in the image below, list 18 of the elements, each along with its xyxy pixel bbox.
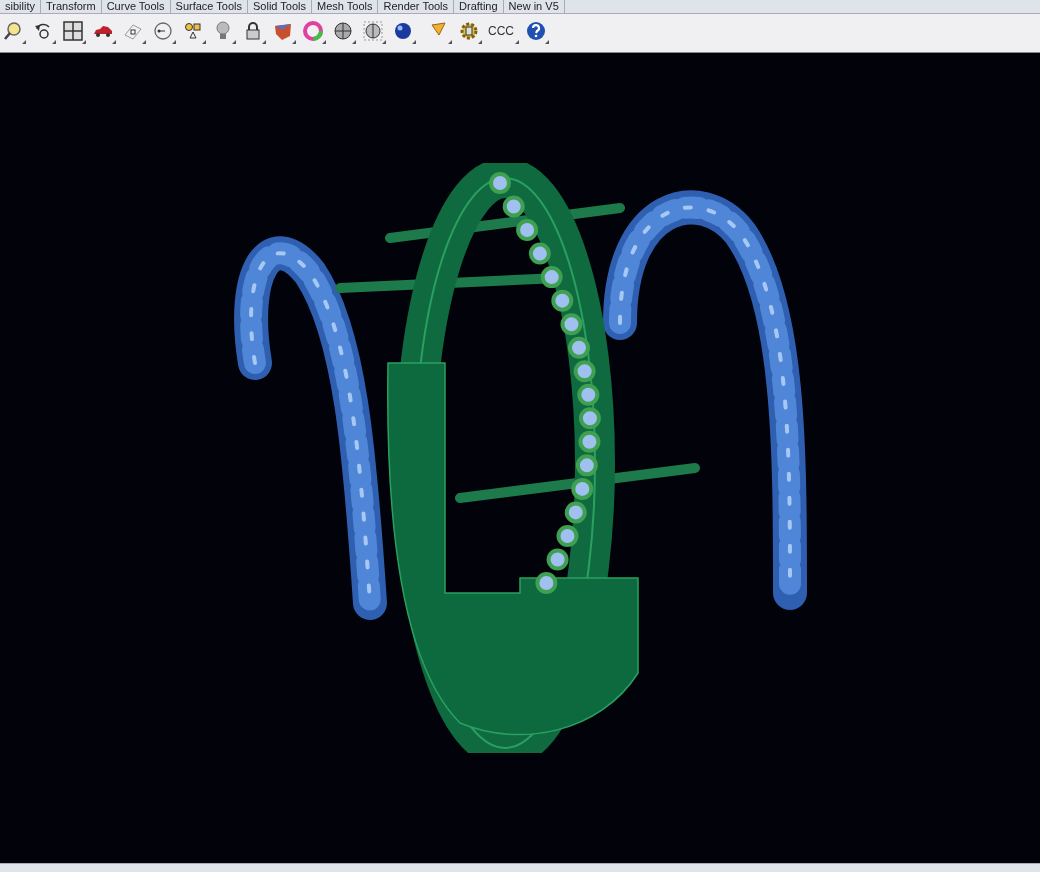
rotate-arrow-icon [33, 21, 53, 41]
lightbulb-icon [213, 21, 233, 41]
color-wheel-icon [303, 21, 323, 41]
help-icon [526, 21, 546, 41]
command-button[interactable]: CCC [486, 18, 519, 44]
four-panes-icon [63, 21, 83, 41]
shaded-block-icon [273, 21, 293, 41]
padlock-icon [243, 21, 263, 41]
ghosted-sphere-button[interactable] [360, 18, 386, 44]
settings-icon [459, 21, 479, 41]
sphere-icon [333, 21, 353, 41]
sphere-grid-icon [363, 21, 383, 41]
circle-point-icon [153, 21, 173, 41]
color-button[interactable] [300, 18, 326, 44]
viewport-layout-button[interactable] [60, 18, 86, 44]
shapes-icon [183, 21, 203, 41]
magnifier-icon [3, 21, 23, 41]
glossy-sphere-icon [393, 21, 413, 41]
